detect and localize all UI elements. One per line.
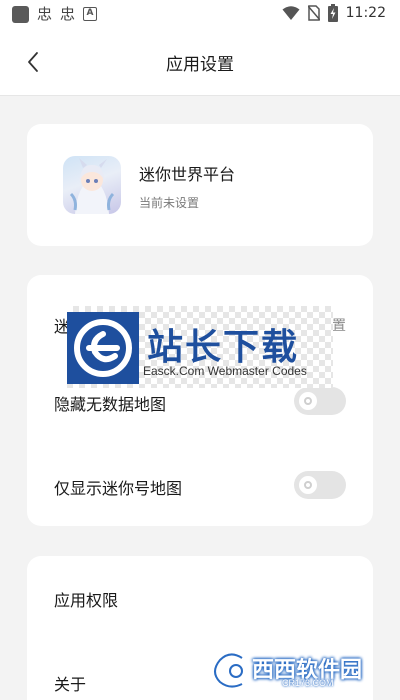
corner-watermark-subtitle: CR173.COM [282,678,334,688]
status-left: 忠 忠 A [12,5,98,23]
notification-icon: 忠 [37,5,53,23]
a-notification-icon: A [83,7,98,21]
status-bar: 忠 忠 A 11:22 [0,0,400,28]
no-sim-icon [307,5,320,21]
list-item-app-permissions[interactable]: 应用权限 [27,577,373,617]
battery-charging-icon [327,4,338,22]
row-label: 应用权限 [54,591,119,610]
watermark-title: 站长下载 [147,327,300,368]
status-right: 11:22 [282,4,386,22]
watermark-overlay: 站长下载 Easck.Com Webmaster Codes [67,306,333,388]
status-time: 11:22 [345,5,386,21]
hide-empty-maps-toggle[interactable] [294,387,346,415]
app-card[interactable]: 迷你世界平台 当前未设置 [27,124,373,246]
mini-id-maps-only-toggle[interactable] [294,471,346,499]
page-title: 应用设置 [166,55,234,75]
toggle-knob [299,392,317,410]
row-label: 关于 [54,675,87,694]
corner-logo-icon [212,652,244,690]
corner-watermark: 西西软件园 CR173.COM [212,650,392,692]
app-square-icon [12,5,29,23]
toggle-knob [299,476,317,494]
app-avatar-icon [63,156,121,214]
app-status: 当前未设置 [139,196,200,210]
app-name: 迷你世界平台 [139,165,236,184]
wifi-icon [282,5,300,21]
watermark-logo-icon [67,312,139,384]
settings-row-mini-id-maps-only: 仅显示迷你号地图 [27,465,373,505]
watermark-subtitle: Easck.Com Webmaster Codes [143,364,307,378]
notification-icon: 忠 [60,5,76,23]
app-header: 应用设置 [0,28,400,96]
row-label: 仅显示迷你号地图 [54,479,183,498]
row-label: 隐藏无数据地图 [54,395,167,414]
